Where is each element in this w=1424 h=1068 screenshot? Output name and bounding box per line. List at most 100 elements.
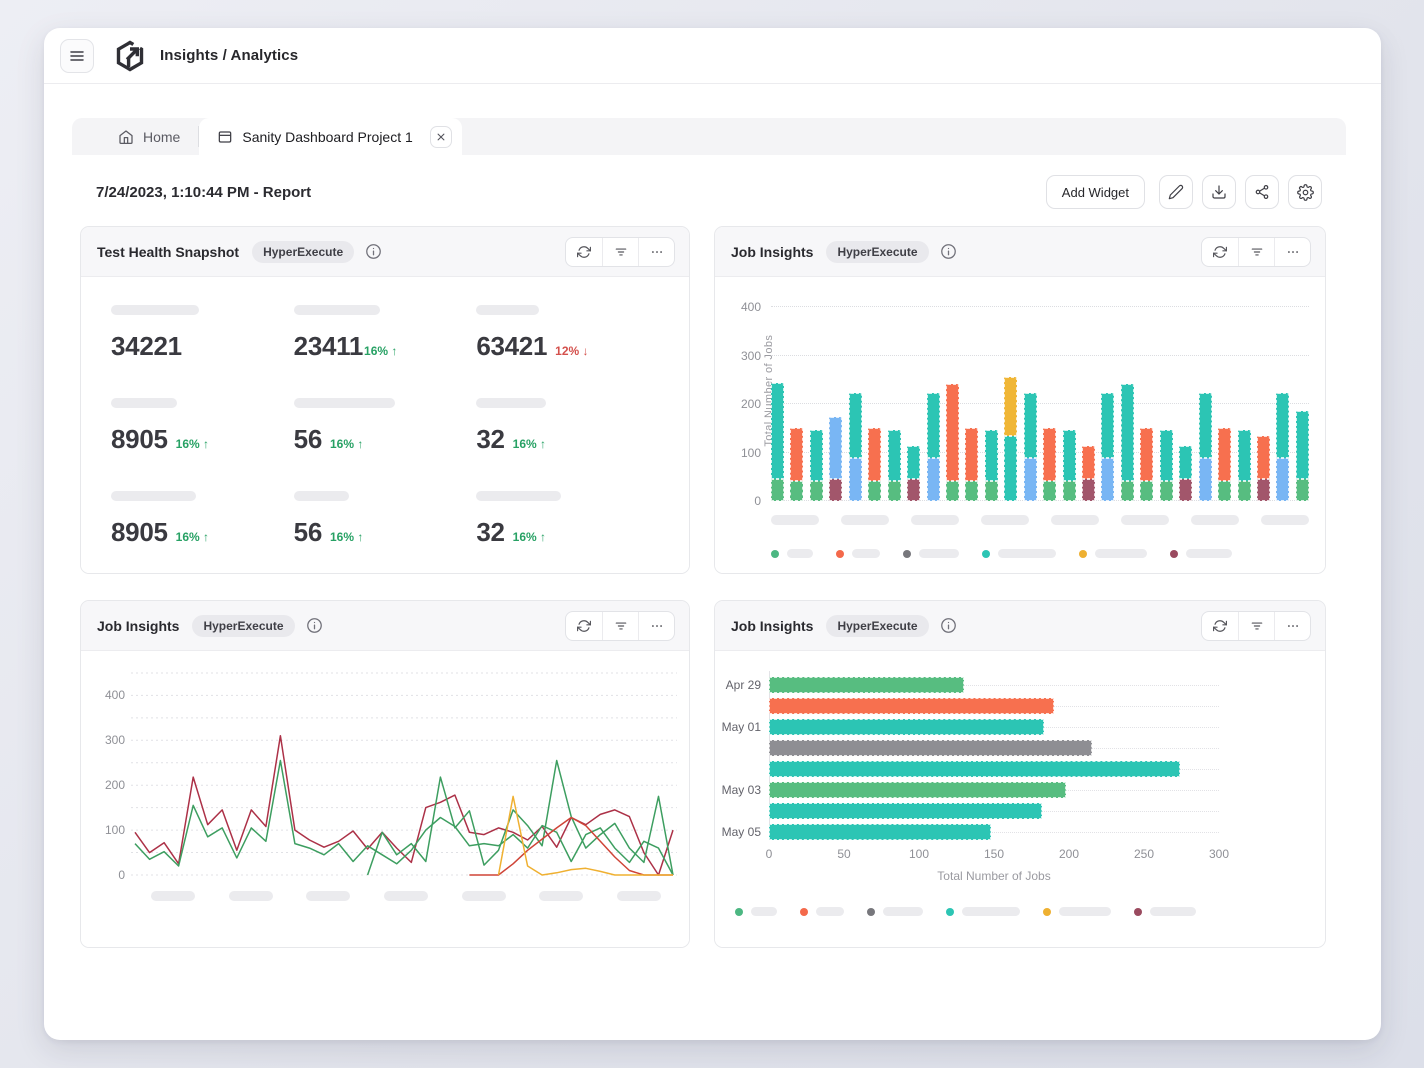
page-background: Insights / Analytics Home Sanity Dashboa… bbox=[0, 0, 1424, 1068]
card-actions bbox=[1201, 237, 1311, 267]
refresh-button[interactable] bbox=[566, 238, 602, 266]
edit-button[interactable] bbox=[1159, 175, 1193, 209]
legend-label-skeleton bbox=[1186, 549, 1232, 558]
add-widget-button[interactable]: Add Widget bbox=[1046, 175, 1145, 209]
info-icon[interactable] bbox=[306, 617, 323, 634]
tab-close-button[interactable] bbox=[430, 126, 452, 148]
bar-column bbox=[790, 428, 803, 501]
filter-button[interactable] bbox=[1238, 612, 1274, 640]
bar-column bbox=[810, 430, 823, 501]
x-skeleton-pill bbox=[539, 891, 583, 901]
info-icon[interactable] bbox=[940, 243, 957, 260]
bars-row bbox=[771, 377, 1309, 501]
x-skeleton-pill bbox=[1051, 515, 1099, 525]
stat-label-skeleton bbox=[294, 398, 395, 408]
legend-item[interactable] bbox=[1043, 907, 1111, 916]
stat-delta: 16% ↑ bbox=[513, 530, 546, 544]
settings-button[interactable] bbox=[1288, 175, 1322, 209]
hbar-chart-body: Apr 29May 01May 03May 050501001502002503… bbox=[715, 651, 1325, 947]
card-actions bbox=[565, 237, 675, 267]
card-title: Job Insights bbox=[731, 244, 813, 260]
bar-segment bbox=[1296, 411, 1309, 479]
info-icon[interactable] bbox=[365, 243, 382, 260]
legend-item[interactable] bbox=[836, 549, 880, 558]
refresh-button[interactable] bbox=[1202, 612, 1238, 640]
y-tick-label: 100 bbox=[93, 823, 125, 837]
legend-item[interactable] bbox=[982, 549, 1056, 558]
bar-segment bbox=[1276, 393, 1289, 458]
legend-label-skeleton bbox=[1150, 907, 1196, 916]
stat-value: 8905 bbox=[111, 424, 168, 455]
bar-column bbox=[1238, 430, 1251, 501]
widgets-grid: Test Health Snapshot HyperExecute 342212… bbox=[44, 209, 1381, 948]
legend-item[interactable] bbox=[800, 907, 844, 916]
legend-item[interactable] bbox=[1079, 549, 1147, 558]
bar-column bbox=[1024, 393, 1037, 501]
legend-dot bbox=[800, 908, 808, 916]
stat-cell: 6342112% ↓ bbox=[476, 297, 659, 390]
bar-segment bbox=[1043, 481, 1056, 501]
bar-column bbox=[1140, 428, 1153, 501]
dashboard-window-icon bbox=[217, 129, 233, 145]
tab-home[interactable]: Home bbox=[100, 118, 198, 155]
bar-column bbox=[1257, 436, 1270, 501]
legend-dot bbox=[771, 550, 779, 558]
stat-cell: 890516% ↑ bbox=[111, 390, 294, 483]
bar-segment bbox=[907, 446, 920, 479]
stat-row: 3216% ↑ bbox=[476, 424, 659, 455]
bar-segment bbox=[790, 481, 803, 501]
bar-segment bbox=[1257, 479, 1270, 501]
tab-bar: Home Sanity Dashboard Project 1 bbox=[72, 118, 1346, 155]
hbar-bar bbox=[769, 719, 1044, 735]
legend-item[interactable] bbox=[771, 549, 813, 558]
filter-button[interactable] bbox=[602, 612, 638, 640]
stat-delta: 16% ↑ bbox=[330, 437, 363, 451]
bar-column bbox=[771, 383, 784, 501]
legend-item[interactable] bbox=[946, 907, 1020, 916]
bar-segment bbox=[1063, 481, 1076, 501]
bar-segment bbox=[985, 430, 998, 481]
x-axis-skeleton-labels bbox=[771, 515, 1309, 525]
stat-value: 23411 bbox=[294, 331, 363, 362]
more-options-button[interactable] bbox=[638, 612, 674, 640]
y-tick-label: 100 bbox=[729, 446, 761, 460]
stat-row: 890516% ↑ bbox=[111, 424, 294, 455]
more-options-button[interactable] bbox=[638, 238, 674, 266]
y-tick-label: 0 bbox=[93, 868, 125, 882]
bar-column bbox=[1004, 377, 1017, 501]
legend-label-skeleton bbox=[787, 549, 813, 558]
more-options-button[interactable] bbox=[1274, 612, 1310, 640]
download-button[interactable] bbox=[1202, 175, 1236, 209]
x-tick-label: 300 bbox=[1209, 847, 1229, 861]
bar-segment bbox=[1179, 479, 1192, 501]
filter-button[interactable] bbox=[1238, 238, 1274, 266]
info-icon[interactable] bbox=[940, 617, 957, 634]
legend-item[interactable] bbox=[735, 907, 777, 916]
legend-item[interactable] bbox=[1170, 549, 1232, 558]
refresh-button[interactable] bbox=[1202, 238, 1238, 266]
refresh-button[interactable] bbox=[566, 612, 602, 640]
tab-sanity-dashboard[interactable]: Sanity Dashboard Project 1 bbox=[199, 118, 461, 155]
legend-item[interactable] bbox=[1134, 907, 1196, 916]
legend-label-skeleton bbox=[883, 907, 923, 916]
app-window: Insights / Analytics Home Sanity Dashboa… bbox=[44, 28, 1381, 1040]
card-actions bbox=[1201, 611, 1311, 641]
bar-segment bbox=[1004, 436, 1017, 501]
bar-column bbox=[868, 428, 881, 501]
bar-segment bbox=[1218, 481, 1231, 501]
card-title: Test Health Snapshot bbox=[97, 244, 239, 260]
more-options-button[interactable] bbox=[1274, 238, 1310, 266]
x-skeleton-pill bbox=[841, 515, 889, 525]
legend-item[interactable] bbox=[867, 907, 923, 916]
hamburger-menu-button[interactable] bbox=[60, 39, 94, 73]
bar-column bbox=[1276, 393, 1289, 501]
legend-item[interactable] bbox=[903, 549, 959, 558]
share-button[interactable] bbox=[1245, 175, 1279, 209]
filter-button[interactable] bbox=[602, 238, 638, 266]
stat-row: 5616% ↑ bbox=[294, 517, 477, 548]
bar-column bbox=[1199, 393, 1212, 501]
bar-segment bbox=[849, 393, 862, 458]
legend-dot bbox=[836, 550, 844, 558]
legend-label-skeleton bbox=[962, 907, 1020, 916]
y-tick-label: 200 bbox=[93, 778, 125, 792]
